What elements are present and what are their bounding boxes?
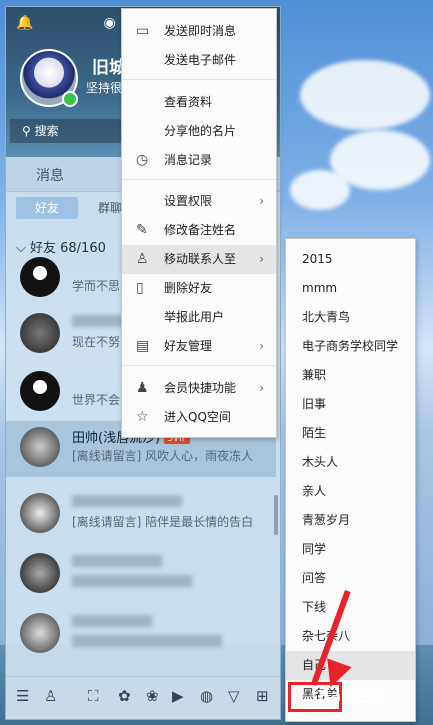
- penguin-icon: ♟: [136, 380, 149, 396]
- avatar: [20, 313, 60, 353]
- contact-name-blurred: [72, 493, 182, 508]
- group-option[interactable]: 旧事: [286, 390, 415, 419]
- avatar: [20, 427, 60, 467]
- avatar: [20, 371, 60, 411]
- group-option[interactable]: 问答: [286, 564, 415, 593]
- group-option[interactable]: 亲人: [286, 477, 415, 506]
- menu-item-permissions[interactable]: 设置权限 ›: [122, 187, 276, 216]
- group-option[interactable]: 北大青鸟: [286, 303, 415, 332]
- menu-item-label: 分享他的名片: [164, 124, 237, 138]
- avatar: [20, 493, 60, 533]
- group-option[interactable]: 2015: [286, 245, 415, 274]
- menu-item-label: 消息记录: [164, 153, 213, 167]
- menu-item-friend-management[interactable]: ▤ 好友管理 ›: [122, 332, 276, 361]
- cloud-decor: [300, 60, 430, 130]
- menu-item-label: 会员快捷功能: [164, 381, 237, 395]
- group-option[interactable]: 杂七杂八: [286, 622, 415, 651]
- contact-context-menu: ▭ 发送即时消息 发送电子邮件 查看资料 分享他的名片 ◷ 消息记录 设置权限 › ✎…: [121, 8, 277, 438]
- add-friend-icon[interactable]: ♙: [44, 687, 57, 705]
- list-item[interactable]: [离线请留言] 陪伴是最长情的告白: [6, 487, 276, 543]
- contact-name-blurred: [72, 553, 162, 568]
- cloud-decor: [290, 170, 350, 210]
- person-move-icon: ♙: [136, 251, 149, 267]
- menu-item-label: 移动联系人至: [164, 252, 237, 266]
- contact-message-blurred: [72, 633, 222, 647]
- avatar: [20, 553, 60, 593]
- contact-message: [离线请留言] 陪伴是最长情的告白: [72, 515, 254, 529]
- subtab-friends[interactable]: 好友: [16, 197, 78, 219]
- move-to-group-submenu: 2015 mmm 北大青鸟 电子商务学校同学 兼职 旧事 陌生 木头人 亲人 青…: [285, 238, 416, 722]
- settings-icon[interactable]: ◉: [103, 15, 115, 31]
- group-option[interactable]: 电子商务学校同学: [286, 332, 415, 361]
- menu-item-send-message[interactable]: ▭ 发送即时消息: [122, 17, 276, 46]
- group-option[interactable]: 下线: [286, 593, 415, 622]
- subtab-groups[interactable]: 群聊: [98, 199, 122, 216]
- watermark: Bai 经验: [318, 686, 385, 705]
- menu-separator: [122, 365, 276, 366]
- group-option[interactable]: 木头人: [286, 448, 415, 477]
- list-item[interactable]: [6, 607, 276, 663]
- menu-separator: [122, 79, 276, 80]
- menu-item-label: 设置权限: [164, 194, 213, 208]
- search-icon: ⚲: [22, 124, 35, 138]
- menu-item-label: 删除好友: [164, 281, 213, 295]
- clock-icon: ◷: [136, 152, 149, 168]
- trash-icon: ▯: [136, 280, 144, 296]
- menu-item-label: 发送电子邮件: [164, 53, 237, 67]
- avatar: [20, 257, 60, 297]
- menu-item-view-profile[interactable]: 查看资料: [122, 88, 276, 117]
- group-option[interactable]: 同学: [286, 535, 415, 564]
- contact-message: 现在不努: [72, 335, 121, 349]
- pet-icon[interactable]: ✿: [118, 687, 131, 705]
- chevron-right-icon: ›: [259, 194, 264, 208]
- avatar: [20, 613, 60, 653]
- menu-item-vip-functions[interactable]: ♟ 会员快捷功能 ›: [122, 374, 276, 403]
- music-icon[interactable]: ◍: [200, 687, 213, 705]
- group-option[interactable]: mmm: [286, 274, 415, 303]
- group-option[interactable]: 陌生: [286, 419, 415, 448]
- chevron-right-icon: ›: [259, 381, 264, 395]
- menu-item-message-history[interactable]: ◷ 消息记录: [122, 146, 276, 175]
- scrollbar[interactable]: [274, 495, 278, 535]
- menu-item-label: 进入QQ空间: [164, 410, 231, 424]
- chevron-right-icon: ›: [259, 252, 264, 266]
- menu-item-label: 发送即时消息: [164, 24, 237, 38]
- tab-messages[interactable]: 消息: [36, 165, 64, 185]
- group-option-highlighted[interactable]: 自己: [286, 651, 415, 680]
- menu-item-delete-friend[interactable]: ▯ 删除好友: [122, 274, 276, 303]
- document-icon: ▤: [136, 338, 150, 354]
- menu-separator: [122, 179, 276, 180]
- contact-message-blurred: [72, 573, 192, 587]
- menu-item-send-email[interactable]: 发送电子邮件: [122, 46, 276, 75]
- online-status-icon[interactable]: [62, 91, 78, 107]
- menu-item-move-contact[interactable]: ♙ 移动联系人至 ›: [122, 245, 276, 274]
- apps-grid-icon[interactable]: ⊞: [256, 687, 269, 705]
- contact-name-blurred: [72, 613, 152, 628]
- menu-item-qq-space[interactable]: ☆ 进入QQ空间: [122, 403, 276, 432]
- chevron-right-icon: ›: [259, 339, 264, 353]
- menu-item-label: 修改备注姓名: [164, 223, 237, 237]
- menu-item-label: 举报此用户: [164, 310, 225, 324]
- group-option[interactable]: 青葱岁月: [286, 506, 415, 535]
- star-icon: ☆: [136, 409, 149, 425]
- list-item[interactable]: [6, 547, 276, 603]
- contact-message: 世界不会: [72, 393, 121, 407]
- menu-item-report-user[interactable]: 举报此用户: [122, 303, 276, 332]
- pencil-icon: ✎: [136, 222, 148, 238]
- search-placeholder: 搜索: [34, 124, 59, 138]
- contact-message: [离线请留言] 风吹人心，雨夜冻人: [72, 449, 254, 463]
- menu-item-label: 查看资料: [164, 95, 213, 109]
- menu-item-label: 好友管理: [164, 339, 213, 353]
- bottom-toolbar: ☰ ♙ ⛶ ✿ ❀ ▶ ◍ ▽ ⊞: [6, 676, 280, 719]
- menu-icon[interactable]: ☰: [16, 687, 29, 705]
- group-option[interactable]: 兼职: [286, 361, 415, 390]
- chat-bubble-icon: ▭: [136, 23, 150, 39]
- menu-item-share-card[interactable]: 分享他的名片: [122, 117, 276, 146]
- shield-icon[interactable]: ▽: [228, 687, 240, 705]
- game-icon[interactable]: ⛶: [88, 687, 99, 705]
- video-icon[interactable]: ▶: [172, 687, 184, 705]
- flower-icon[interactable]: ❀: [146, 687, 159, 705]
- bell-icon[interactable]: 🔔: [16, 15, 33, 31]
- menu-item-edit-remark[interactable]: ✎ 修改备注姓名: [122, 216, 276, 245]
